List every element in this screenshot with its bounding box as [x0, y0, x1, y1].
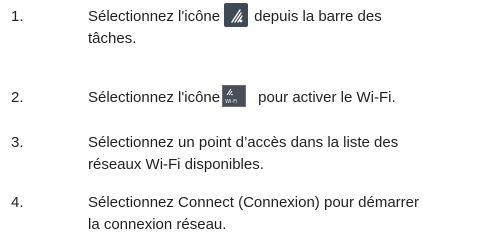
step-text-after-icon: depuis la barre des: [254, 8, 382, 25]
step-text: Sélectionnez l'icône depuis la barre des…: [88, 3, 478, 50]
step-text: Sélectionnez Connect (Connexion) pour dé…: [88, 192, 478, 236]
step-number: 1.: [11, 8, 24, 25]
step-line: la connexion réseau.: [88, 216, 227, 233]
step-text: Sélectionnez l'icône Wi-Fi pour activer …: [88, 85, 478, 109]
step-text-before-icon: Sélectionnez l'icône: [88, 89, 221, 106]
step-line: Sélectionnez l'icône Wi-Fi pour activer …: [88, 85, 478, 109]
step-line: réseaux Wi-Fi disponibles.: [88, 156, 264, 173]
step-line: Sélectionnez Connect (Connexion) pour dé…: [88, 194, 420, 211]
step-line: Sélectionnez un point d’accès dans la li…: [88, 134, 399, 151]
wifi-toggle-label: Wi-Fi: [225, 99, 238, 106]
step-line: Sélectionnez l'icône depuis la barre des: [88, 3, 478, 28]
instruction-list: 1. Sélectionnez l'icône depuis la barre …: [0, 0, 481, 242]
step-number: 4.: [11, 194, 24, 211]
wifi-toggle-icon: Wi-Fi: [222, 85, 247, 108]
step-number: 3.: [11, 134, 24, 151]
step-text: Sélectionnez un point d’accès dans la li…: [88, 132, 478, 176]
step-text-after-icon: pour activer le Wi-Fi.: [258, 89, 396, 106]
step-number: 2.: [11, 89, 24, 106]
step-line: tâches.: [88, 30, 137, 47]
step-text-before-icon: Sélectionnez l'icône: [88, 8, 221, 25]
wifi-taskbar-icon: [224, 3, 249, 28]
